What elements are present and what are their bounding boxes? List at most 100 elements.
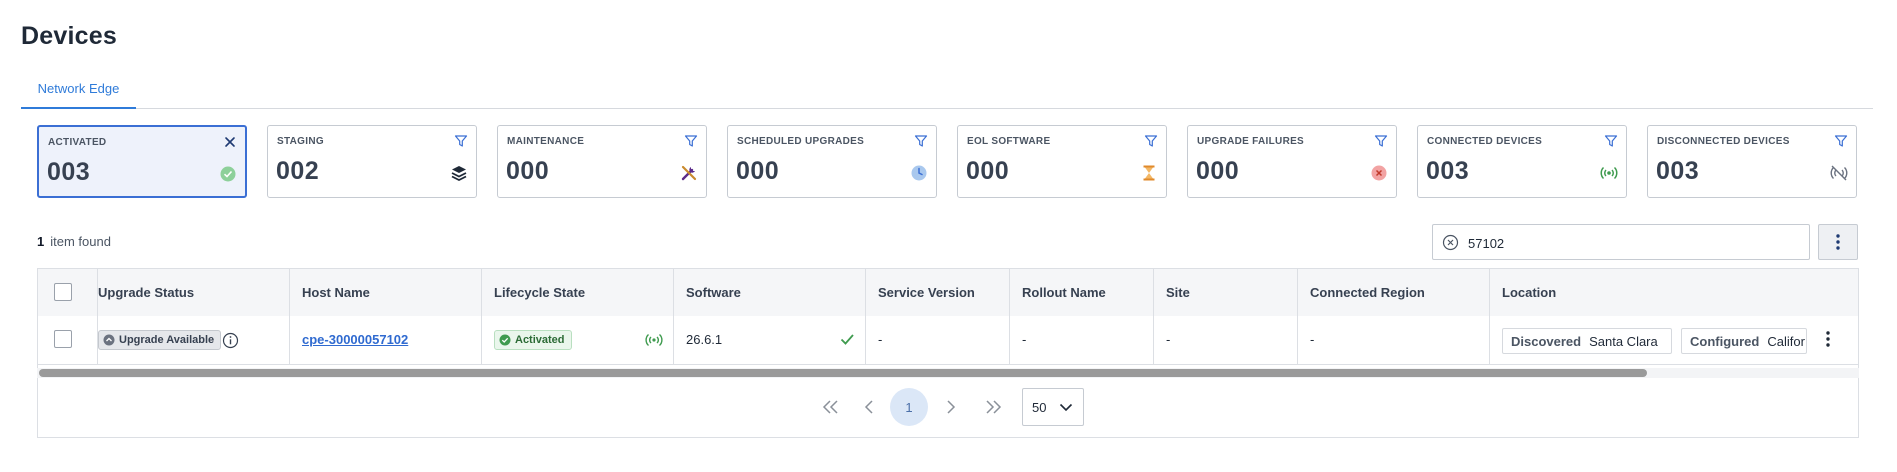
clear-circle-icon[interactable] (1442, 234, 1459, 251)
location-key: Configured (1690, 333, 1760, 349)
upgrade-status-badge: Upgrade Available (98, 330, 222, 350)
scrollbar-thumb[interactable] (39, 369, 1647, 377)
signal-icon (1600, 166, 1618, 180)
row-kebab-menu-icon[interactable] (1826, 331, 1830, 347)
host-name-link[interactable]: cpe-30000057102 (302, 332, 408, 347)
cell-connected-region: - (1298, 316, 1490, 364)
lifecycle-state-badge: Activated (494, 330, 572, 350)
card-upgrade-failures[interactable]: UPGRADE FAILURES 000 (1187, 125, 1397, 198)
column-header: Lifecycle State (494, 285, 586, 300)
filter-icon[interactable] (454, 134, 468, 148)
header-lifecycle-state[interactable]: Lifecycle State (482, 269, 674, 316)
results-count: 1 item found (37, 234, 111, 249)
header-upgrade-status[interactable]: Upgrade Status (98, 269, 290, 316)
kebab-menu-icon (1836, 234, 1840, 250)
column-header: Software (686, 285, 741, 300)
header-rollout-name[interactable]: Rollout Name (1010, 269, 1154, 316)
filter-icon[interactable] (1374, 134, 1388, 148)
card-scheduled-upgrades[interactable]: SCHEDULED UPGRADES 000 (727, 125, 937, 198)
location-key: Discovered (1511, 333, 1582, 349)
hourglass-icon (1143, 165, 1155, 181)
card-connected-devices[interactable]: CONNECTED DEVICES 003 (1417, 125, 1627, 198)
check-icon (840, 334, 854, 345)
last-page-icon[interactable] (974, 388, 1012, 426)
tab-network-edge[interactable]: Network Edge (21, 70, 136, 109)
card-count: 003 (1426, 157, 1470, 185)
card-label: EOL SOFTWARE (967, 136, 1051, 147)
horizontal-scrollbar[interactable] (37, 368, 1859, 378)
connected-region: - (1310, 332, 1315, 347)
card-count: 000 (1196, 157, 1240, 185)
filter-icon[interactable] (1144, 134, 1158, 148)
column-header: Site (1166, 285, 1190, 300)
page-size-value: 50 (1032, 400, 1047, 415)
header-select-cell (38, 269, 98, 316)
results-count-text: item found (50, 234, 111, 249)
location-chip-configured: Configured Califor (1681, 328, 1807, 354)
software-version: 26.6.1 (686, 332, 723, 347)
header-site[interactable]: Site (1154, 269, 1298, 316)
previous-page-icon[interactable] (850, 388, 888, 426)
select-all-checkbox[interactable] (54, 283, 72, 301)
card-label: UPGRADE FAILURES (1197, 136, 1305, 147)
cell-site: - (1154, 316, 1298, 364)
tools-icon (681, 165, 697, 181)
filter-icon[interactable] (684, 134, 698, 148)
close-icon[interactable] (223, 135, 237, 149)
card-eol-software[interactable]: EOL SOFTWARE 000 (957, 125, 1167, 198)
clock-icon (911, 165, 927, 181)
header-service-version[interactable]: Service Version (866, 269, 1010, 316)
header-host-name[interactable]: Host Name (290, 269, 482, 316)
card-count: 003 (1656, 157, 1700, 185)
card-label: STAGING (277, 136, 324, 147)
search-input[interactable] (1466, 231, 1800, 255)
filter-icon[interactable] (1604, 134, 1618, 148)
check-circle-icon (220, 166, 236, 182)
signal-off-icon (1830, 165, 1848, 181)
header-connected-region[interactable]: Connected Region (1298, 269, 1490, 316)
card-count: 000 (736, 157, 780, 185)
pagination: 1 50 (37, 378, 1859, 438)
location-value: Santa Clara (1589, 333, 1658, 349)
column-header: Rollout Name (1022, 285, 1106, 300)
tab-bar: Network Edge (21, 70, 1873, 109)
column-header: Service Version (878, 285, 975, 300)
cell-location: Discovered Santa Clara Configured Califo… (1490, 316, 1858, 364)
card-count: 000 (966, 157, 1010, 185)
cell-rollout-name: - (1010, 316, 1154, 364)
site: - (1166, 332, 1171, 347)
signal-icon (645, 333, 663, 347)
info-icon[interactable] (222, 332, 239, 349)
column-header: Upgrade Status (98, 285, 195, 300)
rollout-name: - (1022, 332, 1027, 347)
cell-lifecycle-state: Activated (482, 316, 674, 364)
upgrade-arrow-icon (103, 334, 115, 346)
table-options-button[interactable] (1818, 224, 1858, 260)
column-header: Location (1502, 285, 1557, 300)
lifecycle-state-label: Activated (515, 334, 565, 346)
first-page-icon[interactable] (812, 388, 850, 426)
row-select-cell (38, 316, 98, 364)
card-label: CONNECTED DEVICES (1427, 136, 1543, 147)
service-version: - (878, 332, 883, 347)
header-location[interactable]: Location (1490, 269, 1858, 316)
card-activated[interactable]: ACTIVATED 003 (37, 125, 247, 198)
filter-icon[interactable] (914, 134, 928, 148)
filter-icon[interactable] (1834, 134, 1848, 148)
cell-software: 26.6.1 (674, 316, 866, 364)
card-disconnected-devices[interactable]: DISCONNECTED DEVICES 003 (1647, 125, 1857, 198)
upgrade-status-label: Upgrade Available (119, 334, 215, 346)
next-page-icon[interactable] (932, 388, 970, 426)
column-header: Host Name (302, 285, 370, 300)
cell-upgrade-status: Upgrade Available (98, 316, 290, 364)
card-maintenance[interactable]: MAINTENANCE 000 (497, 125, 707, 198)
location-chip-discovered: Discovered Santa Clara (1502, 328, 1672, 354)
header-software[interactable]: Software (674, 269, 866, 316)
current-page-button[interactable]: 1 (890, 388, 928, 426)
row-checkbox[interactable] (54, 330, 72, 348)
layers-icon (451, 166, 467, 182)
summary-cards: ACTIVATED 003 STAGING 002 MAINTENANCE 00… (37, 125, 1859, 200)
table-row[interactable]: Upgrade Available cpe-30000057102 Activa… (38, 316, 1858, 365)
card-staging[interactable]: STAGING 002 (267, 125, 477, 198)
page-size-select[interactable]: 50 (1022, 388, 1084, 426)
